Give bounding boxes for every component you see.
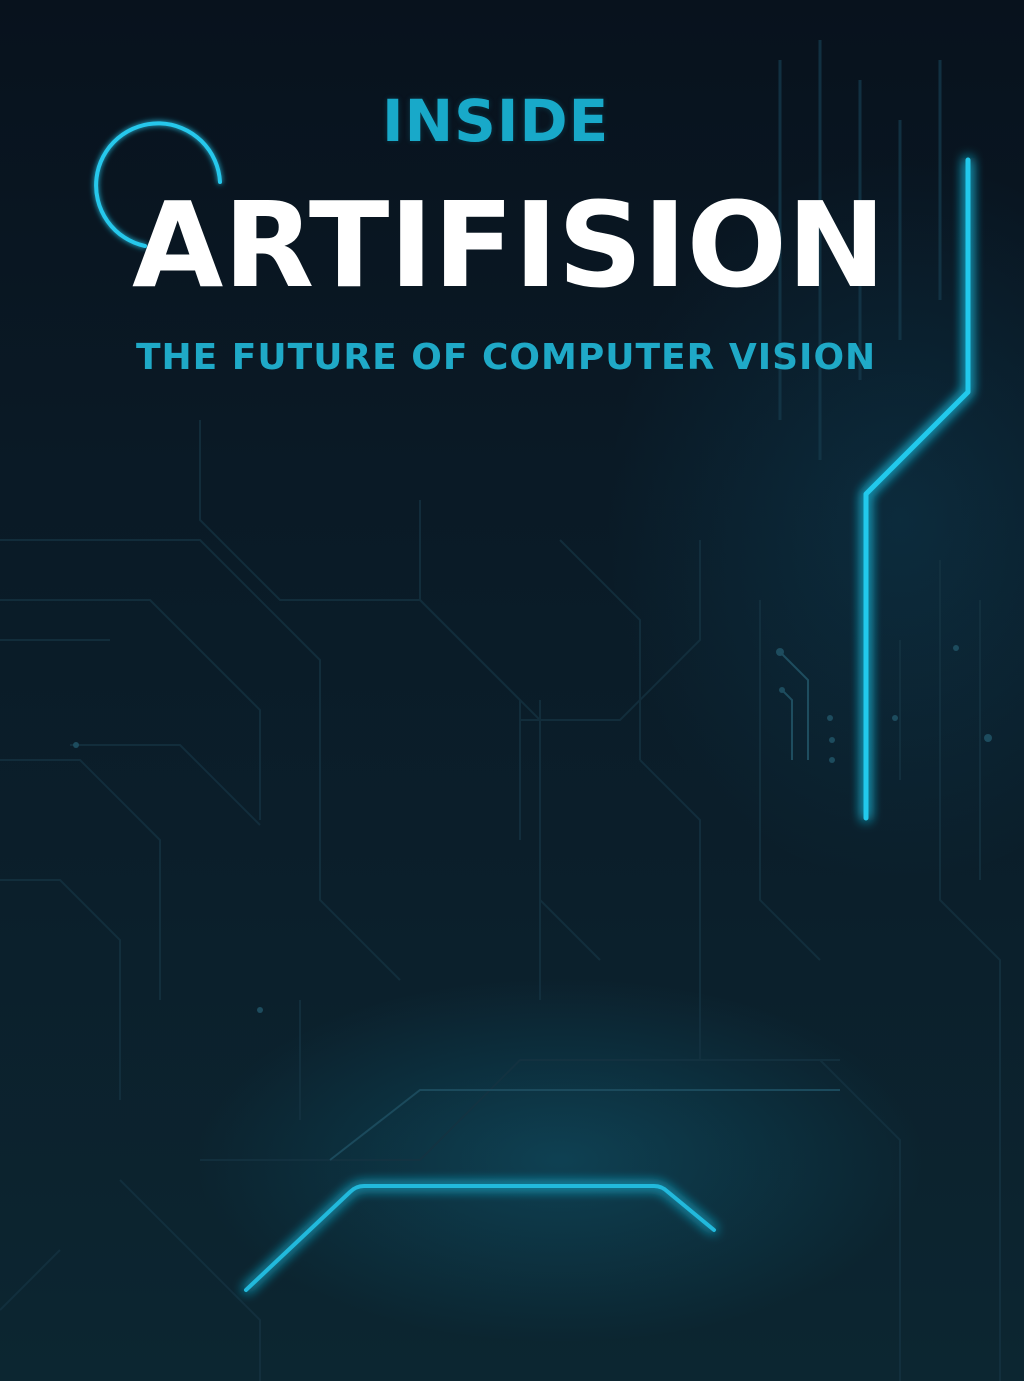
glowing-platform	[244, 1184, 716, 1292]
cover-subtitle: THE FUTURE OF COMPUTER VISION	[136, 337, 877, 378]
platform-outline	[329, 1089, 840, 1161]
cover-page: INSIDE ARTIFISION THE FUTURE OF COMPUTER…	[0, 0, 1024, 1381]
right-node-trace	[779, 651, 809, 760]
faint-circuit-traces	[0, 420, 1001, 1381]
cover-heading: INSIDE ARTIFISION THE FUTURE OF COMPUTER…	[0, 0, 1024, 420]
cover-title: ARTIFISION	[132, 176, 886, 314]
kicker-text: INSIDE	[382, 87, 610, 155]
circuit-nodes	[73, 645, 992, 1013]
